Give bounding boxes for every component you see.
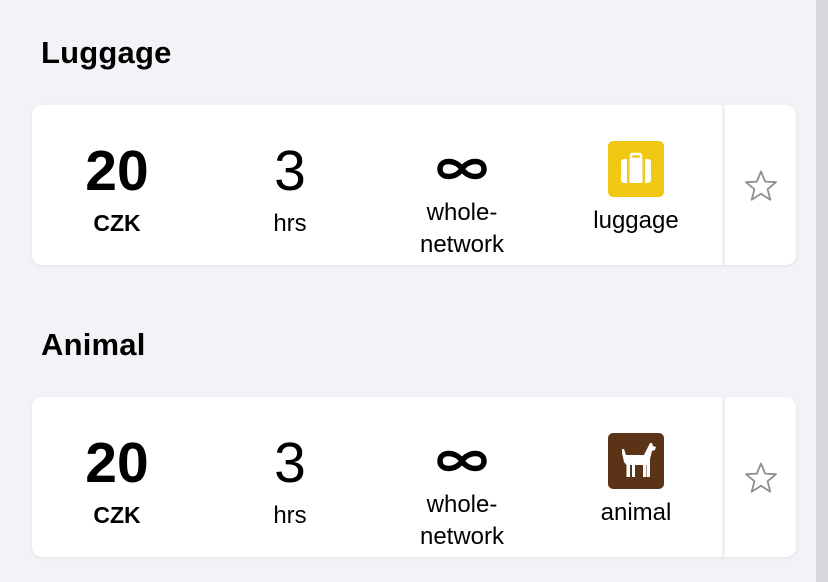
ticket-type-label: animal <box>600 499 672 526</box>
price-currency: CZK <box>93 210 141 236</box>
price-currency: CZK <box>93 502 141 528</box>
zone-column: whole- network <box>394 105 530 265</box>
section-title-animal: Animal <box>41 327 146 362</box>
dog-icon <box>608 433 664 489</box>
scrollbar[interactable] <box>816 0 828 582</box>
ticket-card-animal[interactable]: 20 CZK 3 hrs whole- network animal <box>32 397 796 557</box>
price-value: 20 <box>85 139 149 203</box>
infinity-icon <box>394 439 530 483</box>
divider <box>722 397 725 557</box>
duration-unit: hrs <box>273 210 307 237</box>
price-column: 20 CZK <box>57 105 177 265</box>
favorite-star-icon[interactable] <box>744 169 778 203</box>
ticket-type-label: luggage <box>593 207 679 234</box>
duration-value: 3 <box>274 431 306 495</box>
duration-column: 3 hrs <box>230 397 350 557</box>
suitcase-icon <box>608 141 664 197</box>
divider <box>722 105 725 265</box>
zone-column: whole- network <box>394 397 530 557</box>
zone-label: whole- network <box>419 491 505 550</box>
favorite-star-icon[interactable] <box>744 461 778 495</box>
ticket-type-column: luggage <box>566 105 706 265</box>
price-column: 20 CZK <box>57 397 177 557</box>
infinity-icon <box>394 147 530 191</box>
price-value: 20 <box>85 431 149 495</box>
zone-label: whole- network <box>419 199 505 258</box>
duration-unit: hrs <box>273 502 307 529</box>
duration-column: 3 hrs <box>230 105 350 265</box>
ticket-card-luggage[interactable]: 20 CZK 3 hrs whole- network luggage <box>32 105 796 265</box>
section-title-luggage: Luggage <box>41 35 172 70</box>
ticket-type-column: animal <box>566 397 706 557</box>
duration-value: 3 <box>274 139 306 203</box>
